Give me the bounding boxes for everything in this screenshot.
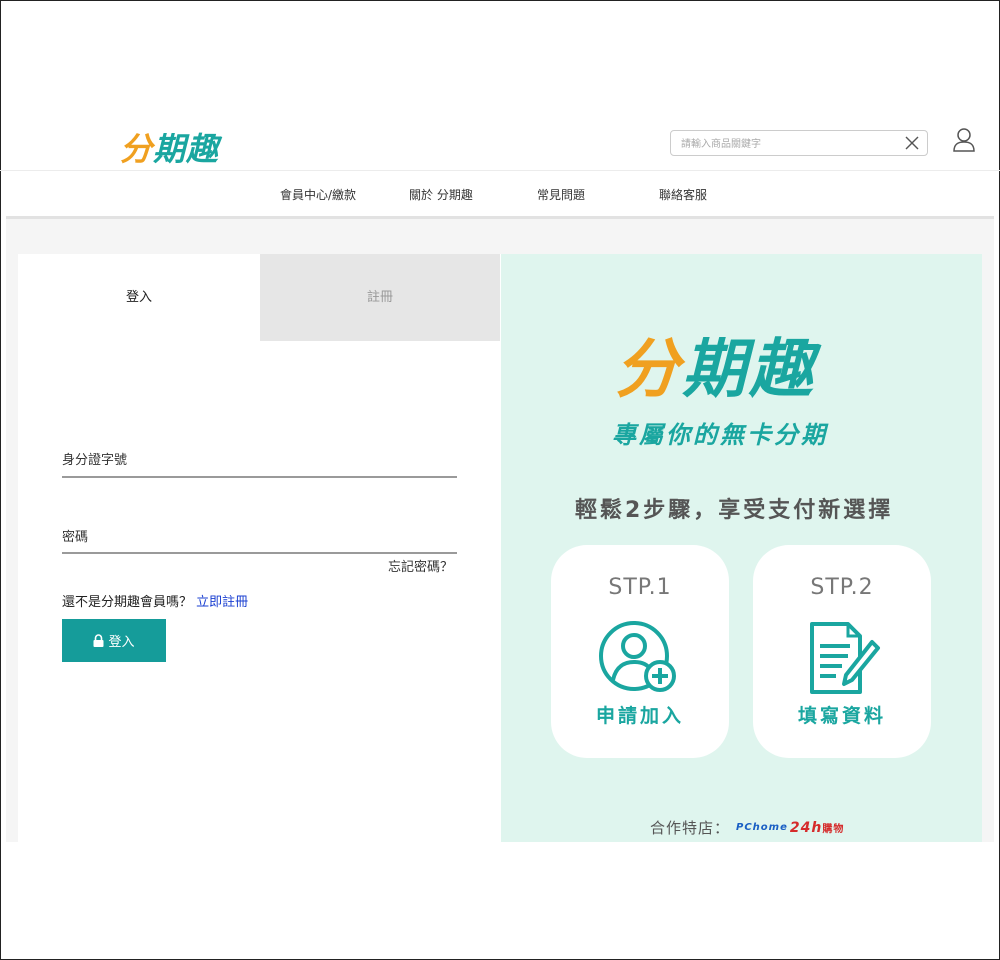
not-member-text: 還不是分期趣會員嗎？ (62, 595, 193, 610)
partner-stores: 合作特店： PChome 24h 購物 (650, 817, 844, 838)
close-icon[interactable] (903, 133, 921, 153)
lock-icon (93, 634, 104, 647)
pchome-shop-text: 購物 (822, 824, 845, 835)
login-button[interactable]: 登入 (62, 619, 166, 662)
nav-member-center[interactable]: 會員中心/繳款 (280, 186, 356, 203)
step-card-2: STP.2 填寫資料 (753, 545, 931, 758)
forgot-password-link[interactable]: 忘記密碼？ (388, 556, 453, 575)
pchome-logo-text[interactable]: PChome (736, 822, 788, 833)
tab-login[interactable]: 登入 (18, 254, 260, 341)
login-button-label: 登入 (108, 635, 135, 650)
content-top-gap (6, 219, 994, 254)
content-left-margin (6, 254, 18, 842)
nav-about[interactable]: 關於 分期趣 (409, 186, 473, 203)
promo-logo: 分期趣 (615, 318, 816, 410)
search-box (670, 130, 928, 157)
document-edit-icon (810, 622, 880, 694)
search-input[interactable] (679, 131, 903, 157)
step-card-1: STP.1 申請加入 (551, 545, 729, 758)
step-2-caption: 填寫資料 (797, 705, 886, 727)
nav-contact[interactable]: 聯絡客服 (659, 186, 707, 203)
header-divider (0, 170, 1000, 171)
brand-logo[interactable]: 分期趣 (120, 124, 219, 170)
promo-logo-text-2: 期趣 (682, 333, 816, 407)
password-input[interactable] (62, 528, 461, 552)
password-field (62, 528, 461, 554)
logo-text-2: 期趣 (153, 130, 220, 168)
id-number-input[interactable] (62, 452, 461, 476)
user-add-icon (599, 621, 676, 692)
not-member-prompt: 還不是分期趣會員嗎？ 立即註冊 (62, 591, 248, 610)
promo-logo-text-1: 分 (615, 333, 682, 407)
step-1-caption: 申請加入 (595, 705, 684, 727)
promo-tagline: 專屬你的無卡分期 (612, 421, 828, 449)
id-number-field (62, 452, 461, 478)
user-icon[interactable] (952, 127, 976, 153)
content-right-margin (982, 254, 994, 842)
register-now-link[interactable]: 立即註冊 (196, 595, 248, 610)
promo-subtitle: 輕鬆2步驟，享受支付新選擇 (575, 498, 894, 523)
partner-label: 合作特店： (650, 819, 731, 837)
pchome-24h-text: 24h (789, 819, 823, 836)
nav-faq[interactable]: 常見問題 (537, 186, 585, 203)
tab-register[interactable]: 註冊 (260, 254, 500, 341)
logo-text-1: 分 (120, 130, 154, 168)
step-1-label: STP.1 (608, 575, 672, 600)
step-2-label: STP.2 (810, 575, 874, 600)
